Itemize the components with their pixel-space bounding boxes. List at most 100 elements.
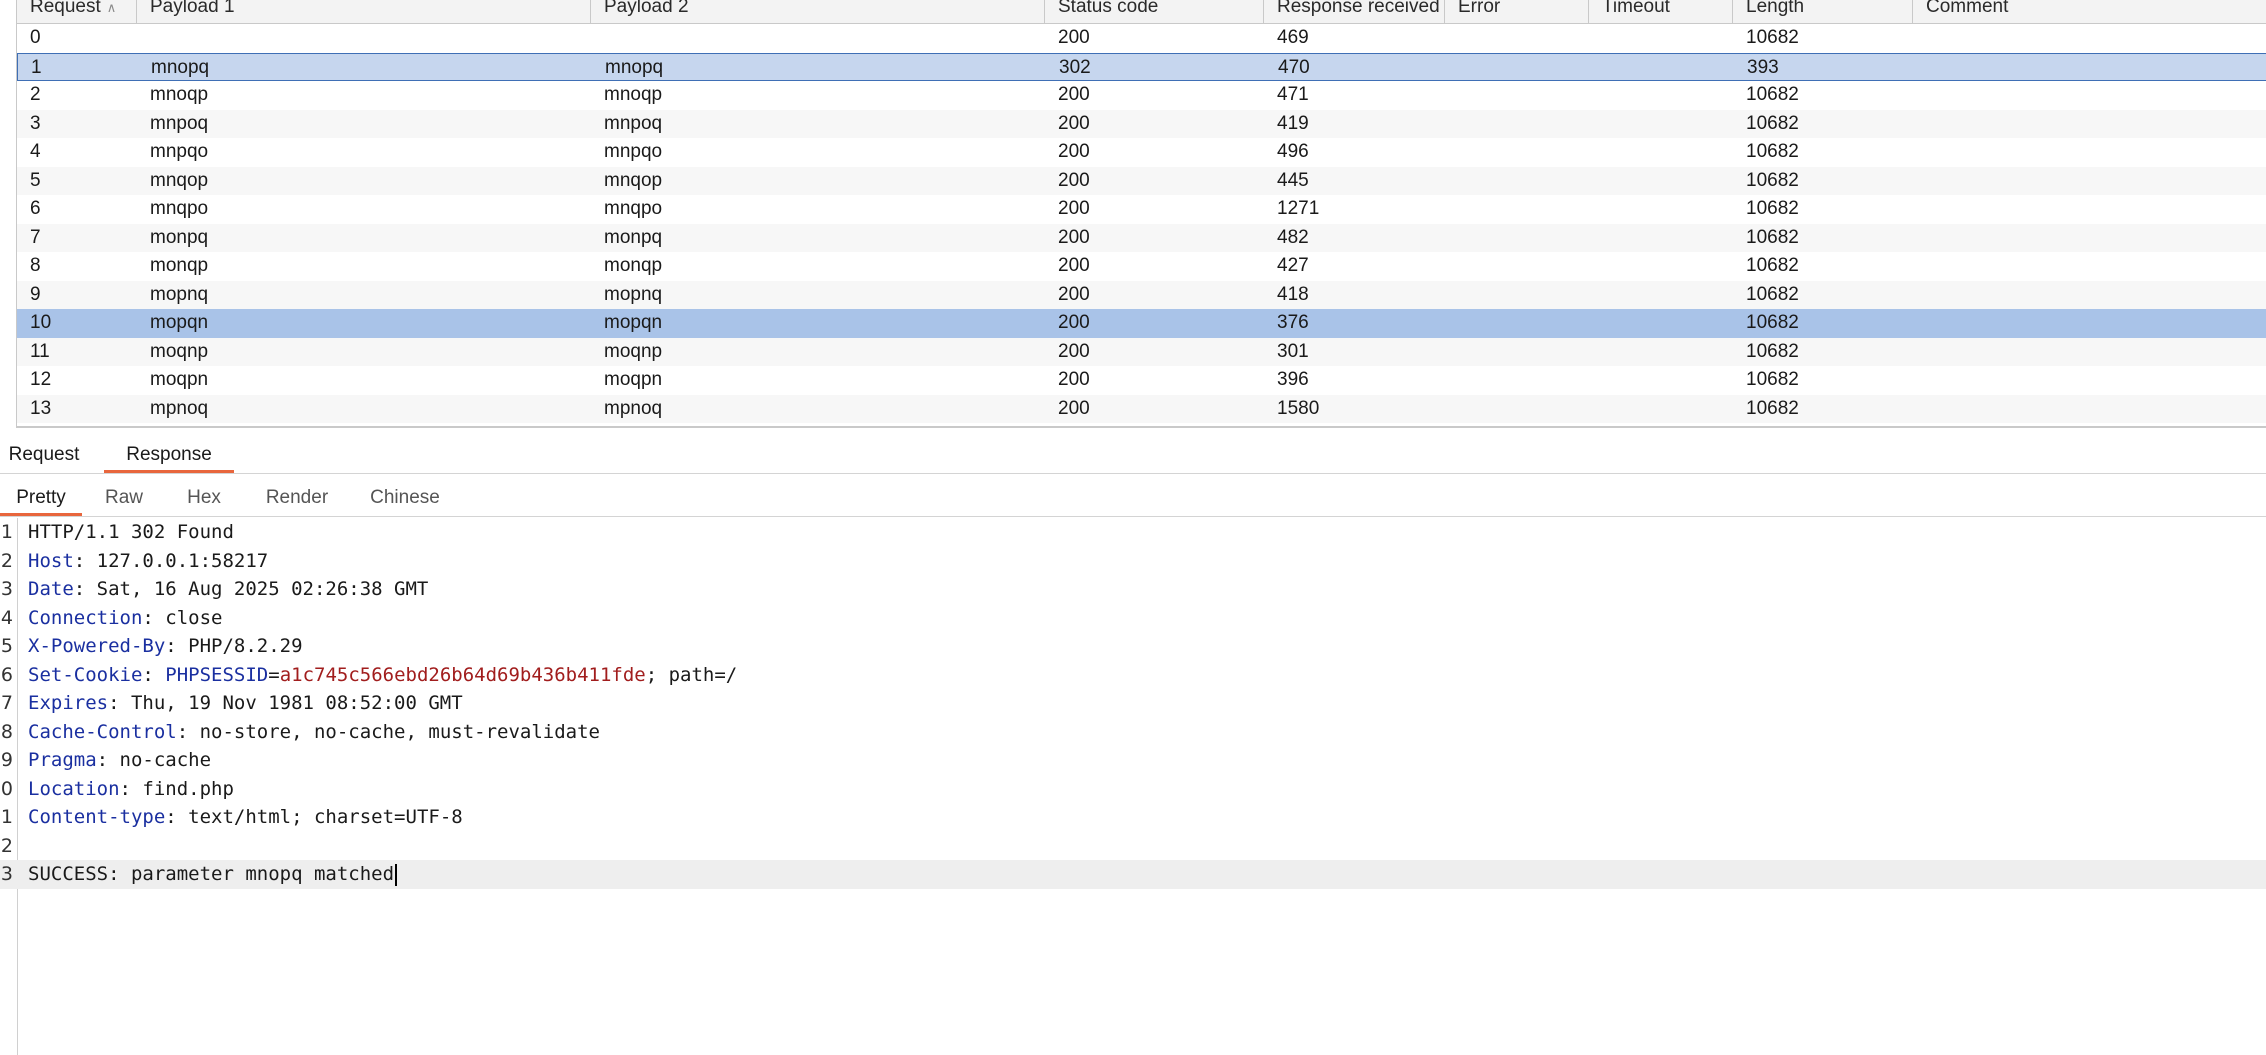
cell-payload2: mnoqp <box>604 84 663 105</box>
table-row[interactable]: 7 monpq monpq 200 482 10682 <box>17 223 2266 253</box>
cell-length: 10682 <box>1746 141 1799 162</box>
cell-comment <box>1913 366 2266 395</box>
line-number: 1 <box>0 521 13 543</box>
column-header-label: Timeout <box>1602 0 1670 17</box>
line-content: Expires: Thu, 19 Nov 1981 08:52:00 GMT <box>28 689 463 718</box>
code-line[interactable]: 13 SUCCESS: parameter mnopq matched <box>0 860 2266 889</box>
cell-comment <box>1913 395 2266 424</box>
code-line[interactable]: 12 <box>0 832 2266 861</box>
code-line[interactable]: 11 Content-type: text/html; charset=UTF-8 <box>0 803 2266 832</box>
line-content: Location: find.php <box>28 775 234 804</box>
table-row[interactable]: 12 moqpn moqpn 200 396 10682 <box>17 366 2266 395</box>
tab-raw[interactable]: Raw <box>96 474 152 516</box>
line-content: SUCCESS: parameter mnopq matched <box>28 860 398 889</box>
tab-request[interactable]: Request <box>0 432 88 473</box>
table-row[interactable]: 4 mnpqo mnpqo 200 496 10682 <box>17 138 2266 167</box>
cell-request: 2 <box>30 84 41 105</box>
table-row[interactable]: 3 mnpoq mnpoq 200 419 10682 <box>17 109 2266 138</box>
table-row[interactable]: 10 mopqn mopqn 200 376 10682 <box>17 309 2266 338</box>
column-header-length[interactable]: Length <box>1733 0 1913 23</box>
cell-request: 1 <box>31 56 42 78</box>
line-content: X-Powered-By: PHP/8.2.29 <box>28 632 303 661</box>
code-line[interactable]: 5 X-Powered-By: PHP/8.2.29 <box>0 632 2266 661</box>
line-content: Host: 127.0.0.1:58217 <box>28 547 268 576</box>
column-header-payload2[interactable]: Payload 2 <box>591 0 1045 23</box>
line-number: 2 <box>0 549 13 572</box>
header-value: : close <box>142 606 223 629</box>
column-header-payload1[interactable]: Payload 1 <box>137 0 591 23</box>
code-line[interactable]: 1 HTTP/1.1 302 Found <box>0 518 2266 547</box>
cell-payload2: mpnoq <box>604 397 663 419</box>
column-header-request[interactable]: Request ∧ <box>17 0 137 23</box>
header-name: Location <box>28 777 120 800</box>
header-name: Pragma <box>28 749 97 771</box>
cell-payload1: monpq <box>150 226 209 248</box>
column-header-error[interactable]: Error <box>1445 0 1589 23</box>
line-content: Content-type: text/html; charset=UTF-8 <box>28 803 463 832</box>
column-header-status-code[interactable]: Status code <box>1045 0 1264 23</box>
code-line[interactable]: 6 Set-Cookie: PHPSESSID=a1c745c566ebd26b6… <box>0 661 2266 690</box>
column-header-label: Comment <box>1926 0 2009 17</box>
header-value: : text/html; charset=UTF-8 <box>165 806 463 828</box>
line-number: 3 <box>0 578 13 600</box>
column-header-comment[interactable]: Comment <box>1913 0 2266 23</box>
cell-payload2: moqpn <box>604 369 663 390</box>
header-name: Expires <box>28 692 109 714</box>
header-value: : no-cache <box>96 749 212 771</box>
header-name: X-Powered-By <box>28 635 166 657</box>
cell-length: 10682 <box>1746 112 1799 134</box>
cell-length: 10682 <box>1746 84 1799 105</box>
table-row[interactable]: 6 mnqpo mnqpo 200 1271 10682 <box>17 195 2266 224</box>
cell-status-code: 200 <box>1058 340 1090 362</box>
cell-response-received: 376 <box>1277 312 1309 333</box>
table-row[interactable]: 9 mopnq mopnq 200 418 10682 <box>17 280 2266 309</box>
code-line[interactable]: 9 Pragma: no-cache <box>0 746 2266 775</box>
cookie-attributes: ; path=/ <box>645 663 738 686</box>
tab-response[interactable]: Response <box>104 432 234 473</box>
cell-status-code: 200 <box>1058 198 1090 219</box>
table-row[interactable]: 8 monqp monqp 200 427 10682 <box>17 252 2266 281</box>
response-editor[interactable]: 1 HTTP/1.1 302 Found 2 Host: 127.0.0.1:5821… <box>0 518 2266 1055</box>
cell-comment <box>1913 195 2266 224</box>
cell-response-received: 427 <box>1277 255 1309 276</box>
view-tabs: Pretty Raw Hex Render Chinese <box>0 474 2266 517</box>
table-row[interactable]: 0 200 469 10682 <box>17 24 2266 53</box>
cell-length: 10682 <box>1746 369 1799 390</box>
tab-pretty[interactable]: Pretty <box>0 474 82 516</box>
column-header-label: Response received <box>1277 0 1440 17</box>
cell-request: 10 <box>30 312 52 333</box>
table-row[interactable]: 11 moqnp moqnp 200 301 10682 <box>17 337 2266 366</box>
line-content: Cache-Control: no-store, no-cache, must-… <box>28 718 600 747</box>
table-row[interactable]: 2 mnoqp mnoqp 200 471 10682 <box>17 81 2266 110</box>
column-header-response-received[interactable]: Response received <box>1264 0 1445 23</box>
header-value: : PHP/8.2.29 <box>165 635 303 657</box>
column-header-label: Status code <box>1058 0 1159 17</box>
tab-render[interactable]: Render <box>254 474 340 516</box>
tab-hex[interactable]: Hex <box>176 474 232 516</box>
message-tabs: Request Response <box>0 432 2266 474</box>
line-number: 13 <box>0 863 13 885</box>
column-header-timeout[interactable]: Timeout <box>1589 0 1733 23</box>
cell-status-code: 200 <box>1058 283 1090 305</box>
cell-error <box>1445 309 1589 338</box>
tab-chinese[interactable]: Chinese <box>360 474 450 516</box>
cell-payload2: mnqop <box>604 169 663 191</box>
cell-timeout <box>1589 224 1733 253</box>
table-row[interactable]: 13 mpnoq mpnoq 200 1580 10682 <box>17 394 2266 424</box>
code-line[interactable]: 2 Host: 127.0.0.1:58217 <box>0 547 2266 576</box>
cell-payload2: mnqpo <box>604 198 663 219</box>
header-value: : Thu, 19 Nov 1981 08:52:00 GMT <box>108 692 463 714</box>
text-cursor <box>395 863 398 886</box>
cell-request: 3 <box>30 112 41 134</box>
cookie-equals: = <box>268 663 280 686</box>
code-line[interactable]: 4 Connection: close <box>0 604 2266 633</box>
cell-request: 9 <box>30 283 41 305</box>
table-row[interactable]: 5 mnqop mnqop 200 445 10682 <box>17 166 2266 195</box>
table-row[interactable]: 1 mnopq mnopq 302 470 393 <box>17 52 2266 81</box>
code-line[interactable]: 10 Location: find.php <box>0 775 2266 804</box>
code-line[interactable]: 7 Expires: Thu, 19 Nov 1981 08:52:00 GMT <box>0 689 2266 718</box>
code-line[interactable]: 3 Date: Sat, 16 Aug 2025 02:26:38 GMT <box>0 575 2266 604</box>
cell-timeout <box>1589 24 1733 53</box>
code-line[interactable]: 8 Cache-Control: no-store, no-cache, must… <box>0 718 2266 747</box>
cookie-name: PHPSESSID <box>165 663 269 686</box>
